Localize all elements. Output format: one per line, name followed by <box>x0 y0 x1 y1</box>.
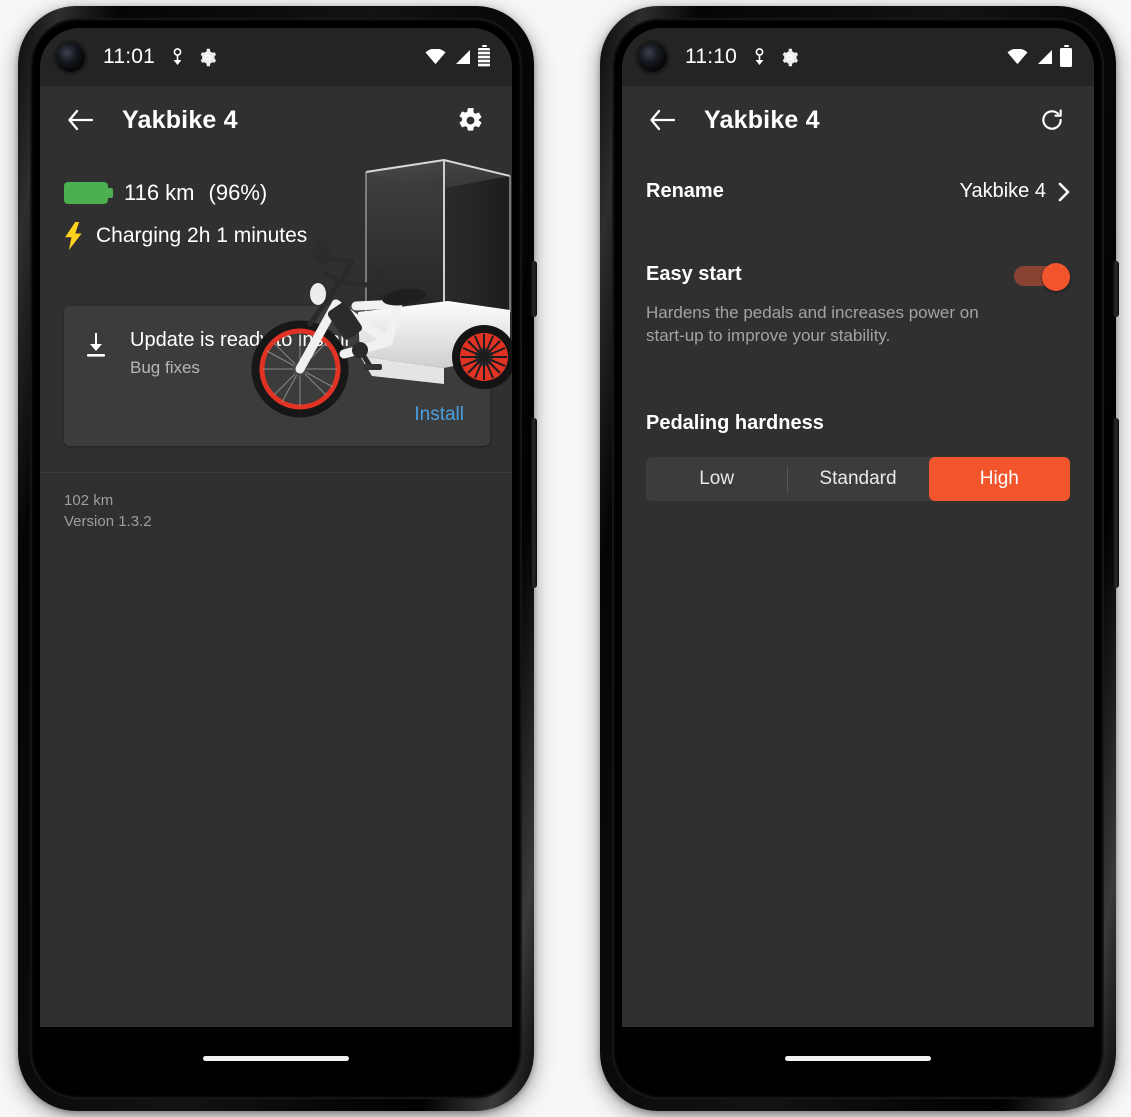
toggle-knob <box>1042 263 1070 291</box>
navigation-bar-right <box>622 1027 1094 1089</box>
status-bar-right: 11:10 <box>622 28 1094 86</box>
update-card-actions: Install <box>84 400 470 430</box>
download-indicator-icon <box>753 48 766 66</box>
status-bar-left: 11:01 <box>40 28 512 86</box>
volume-rocker-button[interactable] <box>530 418 537 588</box>
screen-body-right: Rename Yakbike 4 Easy start Hardens the … <box>622 154 1094 1027</box>
settings-gear-button[interactable] <box>450 100 490 140</box>
rename-label: Rename <box>646 180 724 202</box>
download-icon <box>84 332 108 358</box>
cellular-signal-icon <box>1035 49 1053 65</box>
firmware-version: Version 1.3.2 <box>64 512 152 530</box>
power-button-right[interactable] <box>1112 261 1119 317</box>
front-camera-icon <box>56 42 85 72</box>
status-notification-icons-right <box>753 48 799 67</box>
screenshot-stage: 11:01 Yakbike 4 116 km (96%) Charging 2h… <box>0 0 1131 1117</box>
battery-full-green-icon <box>64 182 113 204</box>
pedaling-hardness-title: Pedaling hardness <box>646 411 824 434</box>
lightning-bolt-icon <box>64 222 84 250</box>
home-gesture-bar[interactable] <box>203 1055 349 1061</box>
navigation-bar-left <box>40 1027 512 1089</box>
charging-text: Charging 2h 1 minutes <box>96 224 308 247</box>
status-system-icons <box>425 44 490 67</box>
refresh-button[interactable] <box>1032 100 1072 140</box>
easy-start-toggle[interactable] <box>1014 263 1070 291</box>
phone-device-left: 11:01 Yakbike 4 116 km (96%) Charging 2h… <box>18 6 537 1111</box>
cellular-signal-icon <box>453 49 471 65</box>
page-title: Yakbike 4 <box>122 105 238 134</box>
wifi-icon <box>1007 48 1028 65</box>
app-bar-right: Yakbike 4 <box>622 86 1094 154</box>
range-value: 116 km <box>124 180 195 205</box>
charging-status-row: Charging 2h 1 minutes <box>64 222 512 250</box>
battery-range-row: 116 km (96%) <box>64 180 512 206</box>
phone-bezel-right: 11:10 Yakbike 4 Rename Yakbike 4 Easy st… <box>612 18 1104 1099</box>
wifi-icon <box>425 48 446 65</box>
volume-rocker-button-right[interactable] <box>1112 418 1119 588</box>
update-card-text: Update is ready to install Bug fixes <box>130 328 349 378</box>
bike-info-footer: 102 km Version 1.3.2 <box>40 473 512 532</box>
battery-striped-icon <box>478 44 490 67</box>
easy-start-section: Easy start Hardens the pedals and increa… <box>646 263 1070 348</box>
easy-start-title: Easy start <box>646 263 742 285</box>
screen-left: 11:01 Yakbike 4 116 km (96%) Charging 2h… <box>40 28 512 1089</box>
front-camera-icon-right <box>638 42 667 72</box>
easy-start-header: Easy start <box>646 263 1070 291</box>
back-button[interactable] <box>60 100 100 140</box>
power-button[interactable] <box>530 261 537 317</box>
status-system-icons-right <box>1007 44 1072 67</box>
update-subtitle: Bug fixes <box>130 358 200 377</box>
gear-icon <box>198 48 217 67</box>
install-button[interactable]: Install <box>408 400 470 430</box>
pedaling-hardness-segmented-control: Low Standard High <box>646 456 1070 501</box>
gear-icon <box>780 48 799 67</box>
phone-bezel-left: 11:01 Yakbike 4 116 km (96%) Charging 2h… <box>30 18 522 1099</box>
chevron-right-icon <box>1058 182 1070 202</box>
back-button-right[interactable] <box>642 100 682 140</box>
segment-high[interactable]: High <box>928 456 1070 501</box>
status-time-right: 11:10 <box>685 45 737 68</box>
update-card-content: Update is ready to install Bug fixes <box>84 328 470 378</box>
battery-percent: (96%) <box>208 180 268 205</box>
home-gesture-bar-right[interactable] <box>785 1055 931 1061</box>
odometer-value: 102 km <box>64 492 114 509</box>
screen-body-left: 116 km (96%) Charging 2h 1 minutes Updat… <box>40 154 512 1027</box>
update-card[interactable]: Update is ready to install Bug fixes Ins… <box>64 306 490 446</box>
status-notification-icons <box>171 48 217 67</box>
segment-standard[interactable]: Standard <box>787 457 928 501</box>
rename-value-group: Yakbike 4 <box>960 180 1070 203</box>
page-title-right: Yakbike 4 <box>704 105 820 134</box>
rename-value: Yakbike 4 <box>959 180 1046 202</box>
phone-device-right: 11:10 Yakbike 4 Rename Yakbike 4 Easy st… <box>600 6 1119 1111</box>
battery-range-text: 116 km (96%) <box>124 180 267 206</box>
download-indicator-icon <box>171 48 184 66</box>
screen-right: 11:10 Yakbike 4 Rename Yakbike 4 Easy st… <box>622 28 1094 1089</box>
settings-list: Rename Yakbike 4 Easy start Hardens the … <box>622 154 1094 501</box>
app-bar-left: Yakbike 4 <box>40 86 512 154</box>
update-title: Update is ready to install <box>130 329 350 351</box>
rename-row[interactable]: Rename Yakbike 4 <box>646 180 1070 203</box>
segment-low[interactable]: Low <box>646 457 787 501</box>
battery-full-icon <box>1060 44 1072 67</box>
status-time: 11:01 <box>103 45 155 68</box>
bike-status-block: 116 km (96%) Charging 2h 1 minutes <box>40 154 512 418</box>
easy-start-description: Hardens the pedals and increases power o… <box>646 303 979 346</box>
